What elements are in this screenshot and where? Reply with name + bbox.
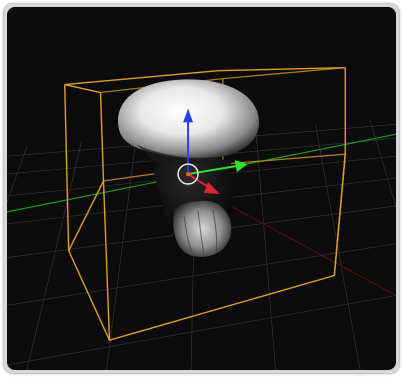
mushroom-base (173, 200, 232, 257)
3d-viewport[interactable] (7, 7, 396, 370)
viewport-canvas[interactable] (7, 7, 396, 370)
pivot-dot (186, 172, 191, 177)
window-frame (3, 3, 400, 374)
